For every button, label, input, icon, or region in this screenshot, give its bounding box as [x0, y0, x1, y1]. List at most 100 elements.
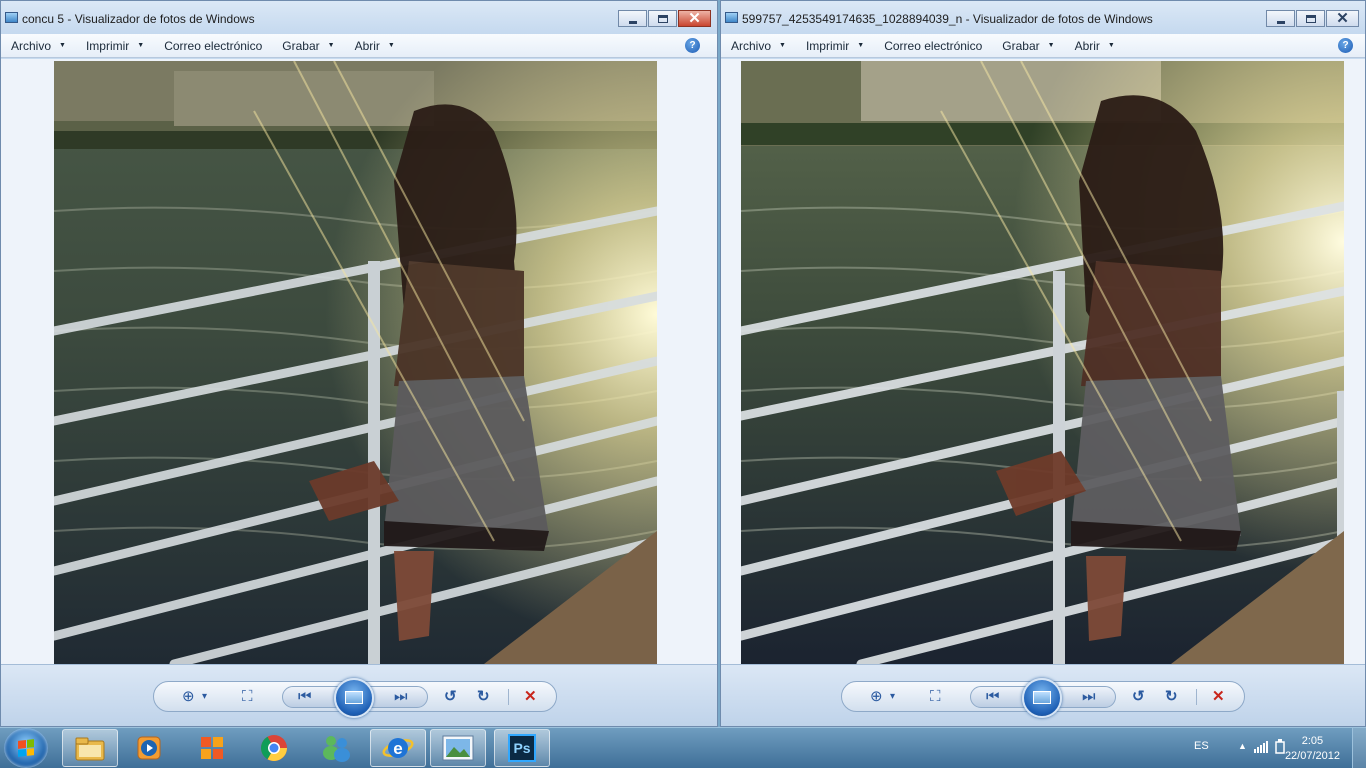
taskbar-media-player[interactable]	[122, 729, 178, 767]
close-icon: ✕	[1336, 10, 1349, 27]
photo-viewer-window-right[interactable]: 599757_4253549174635_1028894039_n - Visu…	[720, 0, 1366, 727]
minimize-button[interactable]	[1266, 10, 1295, 27]
photo	[741, 61, 1344, 664]
chevron-down-icon: ▼	[387, 42, 395, 49]
show-desktop-button[interactable]	[1352, 728, 1366, 768]
clock[interactable]: 2:05 22/07/2012	[1285, 734, 1340, 764]
taskbar-photoshop[interactable]: Ps	[494, 729, 550, 767]
show-hidden-icons-icon[interactable]: ▲	[1238, 741, 1247, 751]
previous-icon[interactable]: ⏮	[986, 688, 1000, 706]
maximize-button[interactable]	[1296, 10, 1325, 27]
photo-view-area	[1, 59, 717, 664]
zoom-icon[interactable]: ⊕	[870, 688, 883, 706]
menu-label: Grabar	[282, 38, 320, 53]
start-button[interactable]	[4, 728, 48, 768]
photo-viewer-icon	[442, 735, 474, 761]
maximize-icon	[1306, 15, 1316, 23]
photo-image	[54, 61, 657, 664]
menu-grabar[interactable]: Grabar ▼	[1002, 39, 1054, 53]
next-icon[interactable]: ⏭	[1082, 688, 1096, 706]
taskbar-explorer[interactable]	[62, 729, 118, 767]
menu-label: Archivo	[11, 38, 52, 53]
office-icon	[201, 737, 223, 759]
menu-label: Grabar	[1002, 38, 1040, 53]
zoom-dropdown-icon[interactable]: ▾	[202, 688, 207, 706]
taskbar-photo-viewer[interactable]	[430, 729, 486, 767]
menu-grabar[interactable]: Grabar ▼	[282, 39, 334, 53]
rotate-cw-icon[interactable]: ↻	[1165, 688, 1178, 706]
folder-icon	[75, 737, 105, 761]
menu-label: Imprimir	[85, 38, 130, 53]
rotate-ccw-icon[interactable]: ↺	[444, 688, 457, 706]
network-icon[interactable]	[1254, 740, 1268, 753]
window-title: concu 5 - Visualizador de fotos de Windo…	[22, 12, 255, 26]
taskbar-messenger[interactable]	[308, 729, 364, 767]
maximize-icon	[658, 15, 668, 23]
fit-to-window-icon[interactable]: ⛶	[242, 688, 253, 706]
delete-icon[interactable]: ✕	[1212, 688, 1225, 706]
taskbar-chrome[interactable]	[246, 729, 302, 767]
menu-archivo[interactable]: Archivo ▼	[731, 39, 786, 53]
taskbar-internet-explorer[interactable]: e	[370, 729, 426, 767]
previous-icon[interactable]: ⏮	[298, 688, 312, 706]
language-indicator[interactable]: ES	[1194, 740, 1209, 752]
photo-view-area	[721, 59, 1365, 664]
menu-abrir[interactable]: Abrir ▼	[355, 39, 395, 53]
zoom-icon[interactable]: ⊕	[182, 688, 195, 706]
maximize-button[interactable]	[648, 10, 677, 27]
menu-correo[interactable]: Correo electrónico	[884, 39, 982, 53]
media-player-icon	[137, 736, 161, 760]
ie-icon: e	[382, 738, 414, 758]
navigation-bar: ⊕ ▾ ⛶ ⏮ ⏭ ↺ ↻ ✕	[153, 678, 557, 718]
separator	[1196, 689, 1197, 705]
rotate-cw-icon[interactable]: ↻	[477, 688, 490, 706]
navigation-bar: ⊕ ▾ ⛶ ⏮ ⏭ ↺ ↻ ✕	[841, 678, 1245, 718]
title-bar[interactable]: concu 5 - Visualizador de fotos de Windo…	[1, 1, 717, 34]
minimize-icon	[629, 21, 637, 24]
chevron-down-icon: ▼	[857, 42, 865, 49]
slideshow-icon	[1033, 691, 1051, 704]
chevron-down-icon: ▼	[327, 42, 335, 49]
delete-icon[interactable]: ✕	[524, 688, 537, 706]
menu-bar: Archivo ▼ Imprimir ▼ Correo electrónico Gr…	[721, 34, 1365, 58]
menu-imprimir[interactable]: Imprimir ▼	[86, 39, 144, 53]
slideshow-button[interactable]	[334, 678, 374, 718]
chevron-down-icon: ▼	[1107, 42, 1115, 49]
menu-label: Abrir	[1074, 38, 1100, 53]
rotate-ccw-icon[interactable]: ↺	[1132, 688, 1145, 706]
slideshow-button[interactable]	[1022, 678, 1062, 718]
taskbar-office[interactable]	[184, 729, 240, 767]
menu-abrir[interactable]: Abrir ▼	[1075, 39, 1115, 53]
chrome-icon	[261, 735, 287, 761]
help-icon[interactable]: ?	[685, 38, 700, 53]
photo-viewer-window-left[interactable]: concu 5 - Visualizador de fotos de Windo…	[0, 0, 718, 727]
window-title: 599757_4253549174635_1028894039_n - Visu…	[742, 12, 1153, 26]
system-tray: ES ▲ 2:05 22/07/2012	[1166, 728, 1366, 768]
close-button[interactable]: ✕	[678, 10, 711, 27]
chevron-down-icon: ▼	[779, 42, 786, 49]
ie-label: e	[393, 739, 402, 758]
taskbar: e Ps ES ▲ 2:05 22/07/2012	[0, 727, 1366, 768]
chevron-down-icon: ▼	[59, 42, 66, 49]
photo-viewer-icon	[725, 12, 738, 23]
menu-archivo[interactable]: Archivo ▼	[11, 39, 66, 53]
next-icon[interactable]: ⏭	[394, 688, 408, 706]
photo	[54, 61, 657, 664]
menu-label: Correo electrónico	[164, 38, 263, 53]
menu-correo[interactable]: Correo electrónico	[164, 39, 262, 53]
menu-imprimir[interactable]: Imprimir ▼	[806, 39, 864, 53]
windows-logo-icon	[18, 739, 34, 757]
chevron-down-icon: ▼	[1047, 42, 1055, 49]
messenger-icon	[323, 736, 350, 762]
fit-to-window-icon[interactable]: ⛶	[930, 688, 941, 706]
control-bar: ⊕ ▾ ⛶ ⏮ ⏭ ↺ ↻ ✕	[1, 664, 717, 726]
photoshop-icon: Ps	[508, 734, 536, 762]
close-button[interactable]: ✕	[1326, 10, 1359, 27]
menu-label: Abrir	[354, 38, 380, 53]
zoom-dropdown-icon[interactable]: ▾	[890, 688, 895, 706]
title-bar[interactable]: 599757_4253549174635_1028894039_n - Visu…	[721, 1, 1365, 34]
help-icon[interactable]: ?	[1338, 38, 1353, 53]
chevron-down-icon: ▼	[137, 42, 145, 49]
photo-viewer-icon	[5, 12, 18, 23]
minimize-button[interactable]	[618, 10, 647, 27]
